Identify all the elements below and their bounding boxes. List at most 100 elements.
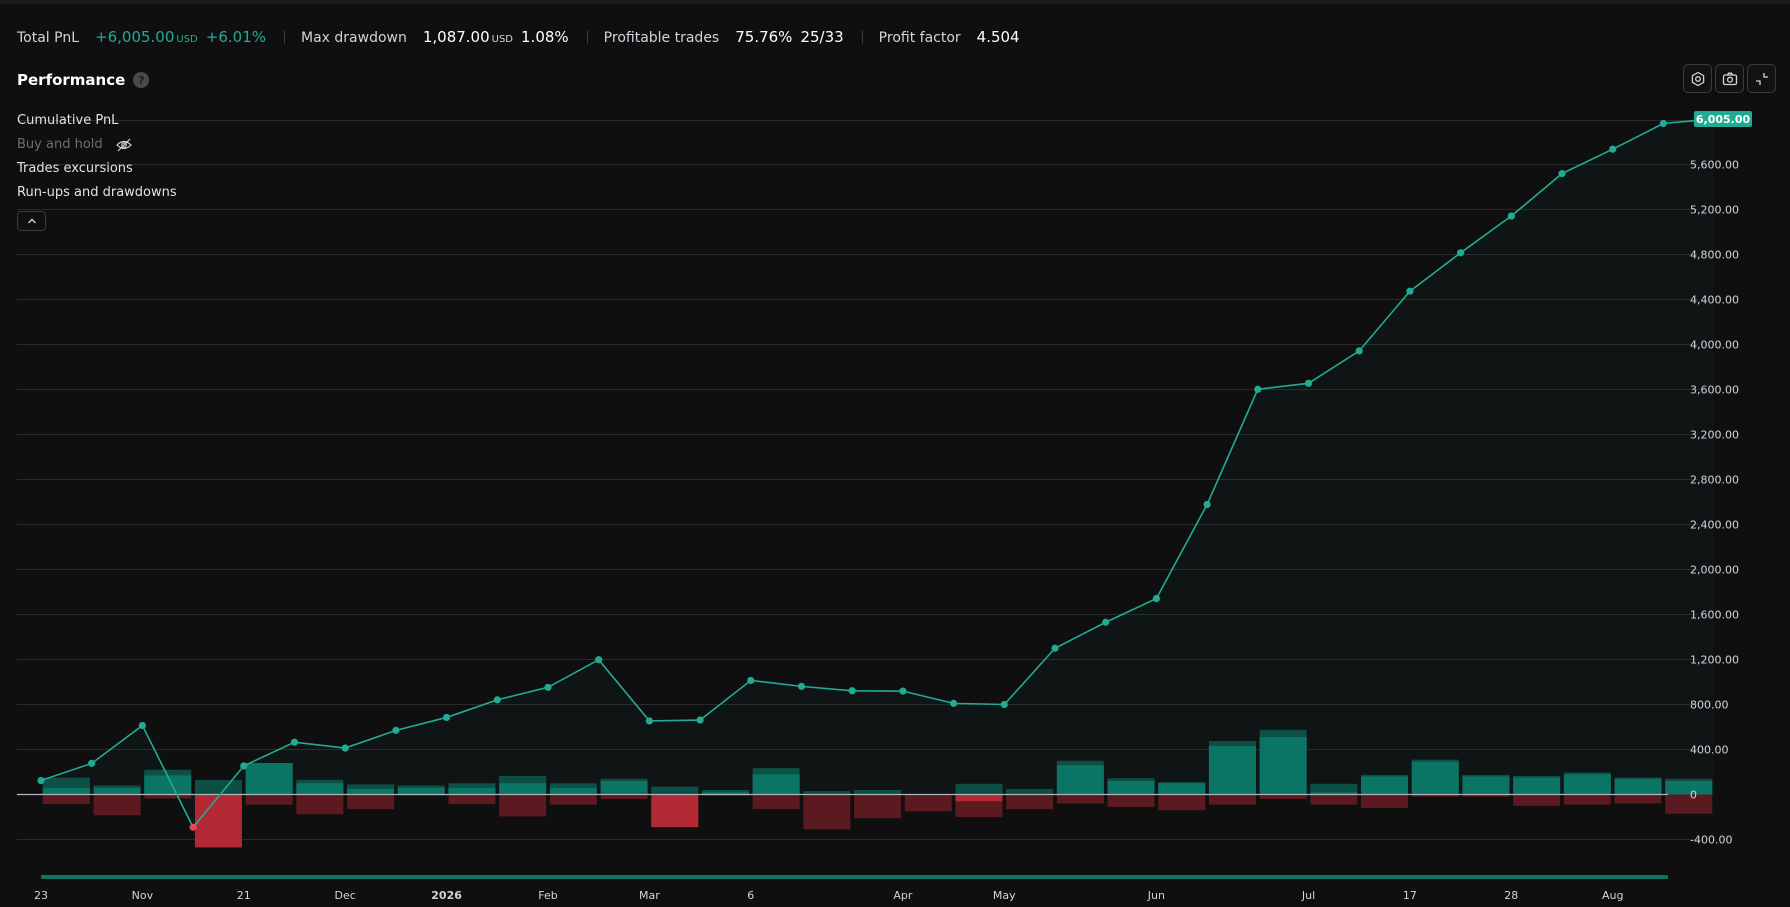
run-up-bar: [194, 779, 242, 795]
legend-label: Run-ups and drawdowns: [17, 185, 177, 200]
pnl-point: [544, 683, 552, 691]
x-axis: 23 Nov 21 Dec 2026 Feb Mar 6 Apr May Jun Jul 17 28 Aug: [34, 875, 1668, 902]
profit-bar: [1614, 778, 1662, 795]
pnl-point: [747, 676, 755, 685]
x-tick-label: Apr: [893, 889, 913, 902]
x-tick-label: Mar: [639, 889, 660, 902]
profit-bar: [549, 787, 597, 795]
legend-trades-excursions[interactable]: Trades excursions: [17, 161, 177, 185]
pnl-point: [645, 717, 654, 725]
profit-bar: [296, 783, 344, 795]
pnl-point: [290, 738, 299, 746]
drawdown-bar: [1158, 794, 1206, 811]
x-tick-label: Dec: [335, 889, 356, 902]
y-tick-label: 400.00: [1690, 744, 1729, 757]
y-tick-label: 1,600.00: [1690, 609, 1739, 622]
drawdown-bar: [42, 794, 90, 805]
pnl-point: [1659, 119, 1667, 128]
drawdown-bar: [1056, 794, 1104, 804]
profit-bar: [600, 781, 648, 795]
loss-bar: [194, 794, 242, 848]
run-up-bar: [1006, 788, 1054, 795]
pnl-point: [240, 762, 248, 770]
drawdown-bar: [1665, 794, 1713, 814]
drawdown-bar: [600, 794, 648, 799]
profit-bar: [1411, 761, 1459, 795]
pnl-point: [443, 713, 451, 722]
drawdown-bar: [499, 794, 547, 817]
drawdown-bar: [752, 794, 800, 810]
y-tick-label: -400.00: [1690, 834, 1732, 847]
drawdown-bar: [448, 794, 496, 805]
pnl-point: [1609, 145, 1617, 153]
run-up-bar: [651, 786, 699, 795]
drawdown-bar: [1208, 794, 1256, 805]
profit-bar: [448, 787, 496, 795]
profit-bar: [347, 788, 395, 795]
pnl-point: [1406, 287, 1414, 295]
drawdown-bar: [296, 794, 344, 815]
profit-bar: [1158, 783, 1206, 795]
drawdown-bar: [1361, 794, 1409, 808]
pnl-point: [88, 759, 96, 767]
y-tick-label: 2,400.00: [1690, 519, 1739, 532]
y-tick-label: 3,600.00: [1690, 384, 1739, 397]
y-tick-label: 2,800.00: [1690, 474, 1739, 487]
profit-bar: [397, 787, 445, 795]
range-scrollbar: [41, 875, 1668, 879]
drawdown-bar: [245, 794, 293, 805]
x-tick-label: 23: [34, 889, 48, 902]
drawdown-bar: [1310, 794, 1358, 805]
run-up-bar: [854, 790, 902, 795]
profit-bar: [1259, 737, 1307, 795]
chart-legend: Cumulative PnL Buy and hold Trades excur…: [17, 113, 177, 209]
pnl-point: [1102, 618, 1110, 626]
drawdown-bar: [904, 794, 952, 812]
last-value-badge-group: 6,005.00: [1694, 110, 1752, 127]
profit-bar: [144, 775, 192, 795]
collapse-legend-button[interactable]: [17, 211, 46, 231]
pnl-point: [1558, 170, 1566, 178]
y-tick-label: 800.00: [1690, 699, 1729, 712]
loss-bar: [955, 794, 1003, 802]
pnl-point: [1203, 500, 1211, 509]
profit-bar: [245, 763, 293, 795]
pnl-point: [493, 696, 501, 704]
pnl-area: [41, 118, 1715, 828]
pnl-point: [341, 744, 349, 752]
x-tick-label: Nov: [132, 889, 154, 902]
drawdown-bar: [803, 794, 851, 830]
legend-cumulative-pnl[interactable]: Cumulative PnL: [17, 113, 177, 137]
legend-label: Buy and hold: [17, 137, 103, 152]
x-tick-label: Aug: [1602, 889, 1623, 902]
x-tick-label: May: [993, 889, 1016, 902]
legend-runups-drawdowns[interactable]: Run-ups and drawdowns: [17, 185, 177, 209]
eye-off-icon[interactable]: [115, 138, 133, 152]
drawdown-bar: [93, 794, 141, 816]
pnl-area-fill: [41, 118, 1715, 828]
drawdown-bar: [1259, 794, 1307, 799]
drawdown-bar: [1107, 794, 1155, 807]
pnl-point: [1304, 379, 1313, 387]
pnl-point: [189, 823, 197, 831]
pnl-point: [950, 699, 958, 707]
legend-label: Cumulative PnL: [17, 113, 119, 128]
profit-bar: [1208, 746, 1256, 795]
profit-bar: [1513, 777, 1561, 795]
legend-buy-and-hold[interactable]: Buy and hold: [17, 137, 177, 161]
y-tick-label: 4,400.00: [1690, 294, 1739, 307]
profit-bar: [1056, 765, 1104, 795]
legend-label: Trades excursions: [17, 161, 133, 176]
profit-bar: [1462, 776, 1510, 795]
chevron-up-icon: [27, 218, 36, 224]
drawdown-bar: [1006, 794, 1054, 810]
x-tick-label: 6: [747, 889, 754, 902]
pnl-point: [1254, 385, 1262, 393]
y-tick-label: 1,200.00: [1690, 654, 1739, 667]
profit-bar: [1665, 781, 1713, 795]
profit-bar: [1361, 776, 1409, 795]
x-tick-label: 2026: [431, 889, 462, 902]
pnl-point: [37, 776, 45, 785]
x-tick-label: Feb: [538, 889, 557, 902]
pnl-point: [138, 721, 146, 730]
